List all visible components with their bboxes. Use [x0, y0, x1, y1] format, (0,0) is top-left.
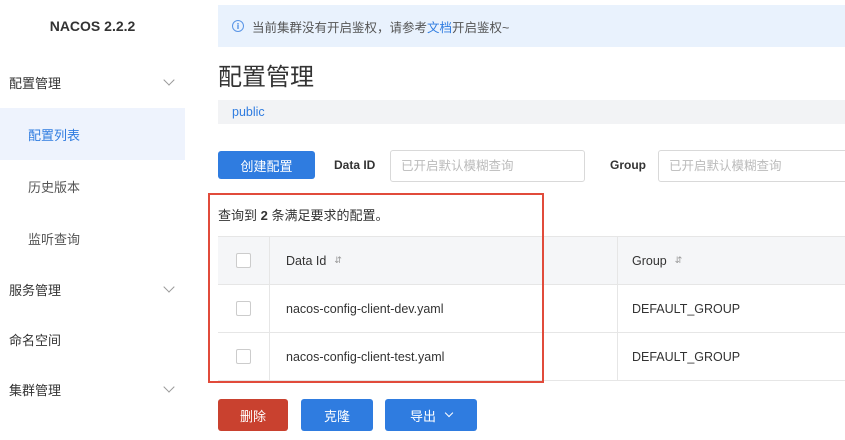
column-header-label: Data Id — [286, 253, 327, 268]
sidebar-item-label: 服务管理 — [9, 282, 62, 298]
row-checkbox[interactable] — [236, 301, 251, 316]
select-all-cell — [218, 237, 270, 284]
create-config-button[interactable]: 创建配置 — [218, 151, 315, 179]
sidebar-item-history[interactable]: 历史版本 — [0, 160, 185, 212]
docs-link[interactable]: 文档 — [427, 17, 452, 36]
chevron-down-icon — [163, 281, 175, 293]
delete-button[interactable]: 删除 — [218, 399, 288, 431]
row-select-cell — [218, 333, 270, 380]
sort-icon[interactable]: ⇵ — [334, 256, 342, 266]
result-prefix: 查询到 — [218, 208, 258, 223]
sidebar-item-namespace[interactable]: 命名空间 — [0, 313, 185, 365]
sidebar-item-label: 集群管理 — [9, 382, 62, 398]
group-search-input[interactable] — [658, 150, 845, 182]
data-id-cell: nacos-config-client-dev.yaml — [270, 285, 618, 332]
notice-text-before: 当前集群没有开启鉴权，请参考 — [252, 20, 428, 35]
data-id-cell: nacos-config-client-test.yaml — [270, 333, 618, 380]
sidebar-item-label: 配置管理 — [9, 75, 62, 91]
sidebar-item-label: 历史版本 — [28, 179, 81, 195]
column-header-data-id[interactable]: Data Id ⇵ — [270, 237, 618, 284]
row-checkbox[interactable] — [236, 349, 251, 364]
sort-icon[interactable]: ⇵ — [675, 256, 683, 266]
namespace-bar: public — [218, 100, 845, 124]
result-summary: 查询到 2 条满足要求的配置。 — [218, 205, 389, 224]
auth-notice: i 当前集群没有开启鉴权，请参考 文档 开启鉴权~ — [218, 5, 845, 47]
info-icon: i — [232, 20, 244, 32]
select-all-checkbox[interactable] — [236, 253, 251, 268]
group-cell: DEFAULT_GROUP — [632, 301, 741, 316]
chevron-down-icon — [163, 381, 175, 393]
result-suffix: 条满足要求的配置。 — [271, 208, 389, 223]
table-row: nacos-config-client-test.yaml DEFAULT_GR… — [218, 333, 845, 381]
sidebar: NACOS 2.2.2 配置管理 配置列表 历史版本 监听查询 服务管理 命名空… — [0, 0, 185, 440]
group-label: Group — [610, 158, 646, 172]
main-content: i 当前集群没有开启鉴权，请参考 文档 开启鉴权~ 配置管理 public 创建… — [185, 0, 845, 440]
sidebar-item-cluster-management[interactable]: 集群管理 — [0, 363, 185, 415]
sidebar-item-service-management[interactable]: 服务管理 — [0, 263, 185, 315]
config-table: Data Id ⇵ Group ⇵ nacos-config-client-de… — [218, 236, 845, 381]
chevron-down-icon — [444, 408, 454, 418]
page-title: 配置管理 — [218, 64, 314, 91]
export-label: 导出 — [409, 408, 436, 424]
search-toolbar: 创建配置 Data ID Group — [218, 150, 845, 182]
sidebar-item-config-list[interactable]: 配置列表 — [0, 108, 185, 160]
sidebar-item-label: 配置列表 — [28, 127, 81, 143]
sidebar-item-listener-query[interactable]: 监听查询 — [0, 212, 185, 264]
clone-button[interactable]: 克隆 — [301, 399, 373, 431]
result-count: 2 — [260, 208, 268, 223]
brand-logo: NACOS 2.2.2 — [49, 18, 136, 34]
data-id-label: Data ID — [334, 158, 376, 172]
sidebar-item-config-management[interactable]: 配置管理 — [0, 56, 185, 108]
sidebar-item-label: 监听查询 — [28, 231, 81, 247]
group-cell: DEFAULT_GROUP — [632, 349, 741, 364]
notice-text-after: 开启鉴权~ — [452, 20, 510, 35]
namespace-tab-public[interactable]: public — [232, 105, 265, 119]
table-row: nacos-config-client-dev.yaml DEFAULT_GRO… — [218, 285, 845, 333]
column-header-label: Group — [632, 253, 667, 268]
table-header-row: Data Id ⇵ Group ⇵ — [218, 237, 845, 285]
column-header-group[interactable]: Group ⇵ — [618, 237, 845, 284]
row-select-cell — [218, 285, 270, 332]
data-id-search-input[interactable] — [390, 150, 585, 182]
export-button[interactable]: 导出 — [385, 399, 477, 431]
sidebar-item-label: 命名空间 — [9, 332, 62, 348]
chevron-down-icon — [163, 74, 175, 86]
